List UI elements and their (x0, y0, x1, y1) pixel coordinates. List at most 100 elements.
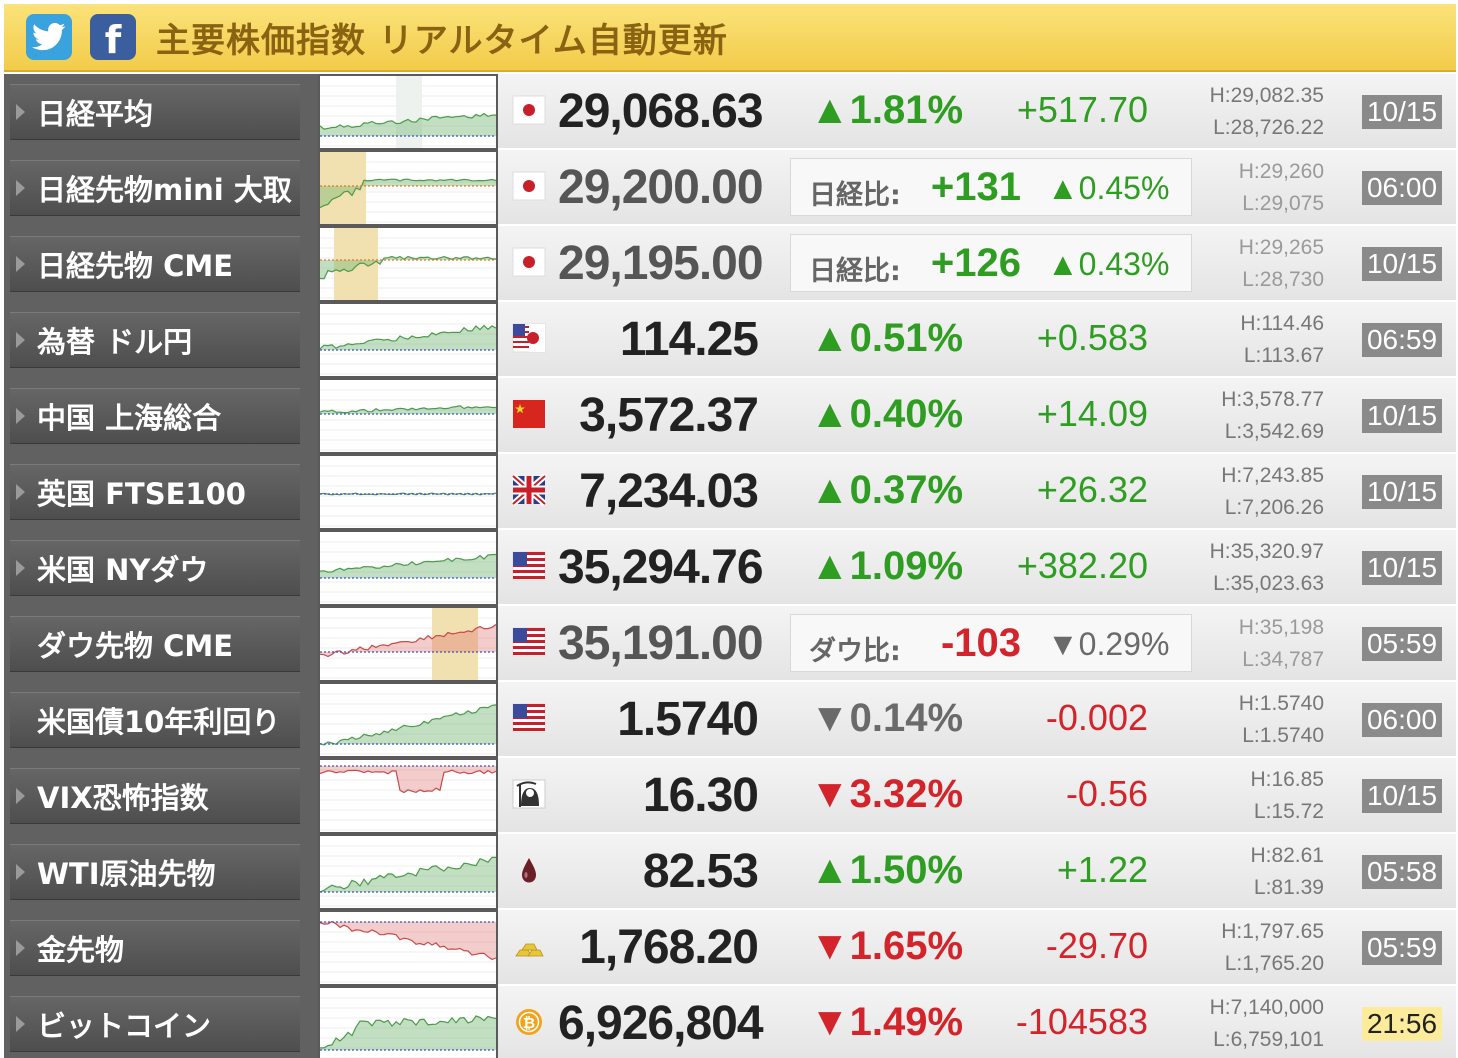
index-name-cell: 為替 ドル円 (4, 302, 318, 378)
reference-comparison-box: 日経比: +131 ▲0.45% (790, 158, 1192, 216)
index-name-button[interactable]: 日経先物 CME (10, 236, 300, 292)
change-percent: ▲1.50% (810, 848, 964, 892)
update-time-badge: 10/15 (1362, 399, 1442, 433)
index-name-button[interactable]: 日経先物mini 大取 (10, 160, 300, 216)
change-value: +382.20 (1016, 545, 1148, 586)
index-name-button[interactable]: ダウ先物 CME (10, 616, 300, 672)
mini-chart[interactable] (318, 606, 498, 682)
index-name-cell: ビットコイン (4, 986, 318, 1058)
low-value: L:81.39 (1253, 876, 1324, 899)
change-percent: ▼1.65% (810, 924, 964, 968)
low-value: L:6,759,101 (1213, 1028, 1324, 1051)
high-low-range: H:1.5740 L:1.5740 (1168, 688, 1324, 752)
mini-chart[interactable] (318, 682, 498, 758)
mini-chart[interactable] (318, 74, 498, 150)
high-value: H:35,320.97 (1209, 540, 1324, 563)
index-name-label: 日経先物mini 大取 (37, 173, 292, 207)
index-name-button[interactable]: 中国 上海総合 (10, 388, 300, 444)
current-price: 29,068.63 (558, 85, 764, 138)
mini-chart[interactable] (318, 834, 498, 910)
current-price: 35,191.00 (558, 617, 764, 670)
index-name-label: 日経先物 CME (37, 249, 234, 283)
index-name-button[interactable]: 金先物 (10, 920, 300, 976)
current-price: 29,200.00 (558, 161, 764, 214)
update-time-badge: 10/15 (1362, 95, 1442, 129)
low-value: L:34,787 (1242, 648, 1324, 671)
mini-chart[interactable] (318, 226, 498, 302)
index-name-cell: 金先物 (4, 910, 318, 986)
high-low-range: H:1,797.65 L:1,765.20 (1168, 916, 1324, 980)
current-price: 114.25 (619, 313, 759, 366)
update-time-badge: 10/15 (1362, 475, 1442, 509)
reference-difference: +131 (930, 165, 1021, 209)
high-low-range: H:35,320.97 L:35,023.63 (1168, 536, 1324, 600)
index-name-button[interactable]: 為替 ドル円 (10, 312, 300, 368)
change-percent: ▼0.14% (810, 696, 964, 740)
change-percent: ▼3.32% (810, 772, 964, 816)
reference-label: ダウ比: (809, 636, 901, 667)
mini-chart[interactable] (318, 302, 498, 378)
high-value: H:82.61 (1250, 844, 1324, 867)
low-value: L:7,206.26 (1224, 496, 1324, 519)
facebook-share-button[interactable]: f (90, 14, 136, 60)
index-name-button[interactable]: 英国 FTSE100 (10, 464, 300, 520)
mini-chart[interactable] (318, 530, 498, 606)
index-table: 日経平均 29,068.63 ▲1.81% +517.70 H:29,082.3… (4, 74, 1456, 1058)
caret-right-icon (16, 408, 25, 424)
index-name-button[interactable]: 米国債10年利回り (10, 692, 300, 748)
caret-right-icon (16, 560, 25, 576)
high-value: H:29,265 (1238, 236, 1324, 259)
low-value: L:35,023.63 (1213, 572, 1324, 595)
index-name-cell: 中国 上海総合 (4, 378, 318, 454)
change-percent: ▲0.40% (810, 392, 964, 436)
mini-chart[interactable] (318, 910, 498, 986)
high-value: H:3,578.77 (1221, 388, 1324, 411)
index-name-button[interactable]: WTI原油先物 (10, 844, 300, 900)
index-name-label: ダウ先物 CME (37, 629, 234, 663)
high-value: H:1,797.65 (1221, 920, 1324, 943)
caret-right-icon (16, 332, 25, 348)
index-name-label: 為替 ドル円 (37, 325, 193, 359)
high-value: H:1.5740 (1238, 692, 1324, 715)
low-value: L:29,075 (1242, 192, 1324, 215)
quote-data-cell: 35,191.00 ダウ比: -103 ▼0.29% H:35,198 L:34… (498, 606, 1456, 682)
quote-data-cell: ₿ 6,926,804 ▼1.49% -104583 H:7,140,000 L… (498, 986, 1456, 1058)
quote-data-cell: 35,294.76 ▲1.09% +382.20 H:35,320.97 L:3… (498, 530, 1456, 606)
change-value: +0.583 (1036, 317, 1148, 358)
mini-chart[interactable] (318, 378, 498, 454)
reference-percent: ▲0.45% (1047, 170, 1170, 206)
high-value: H:35,198 (1238, 616, 1324, 639)
update-time-badge: 10/15 (1362, 247, 1442, 281)
table-row: ビットコイン ₿ 6,926,804 ▼1.49% -104583 H:7,14… (4, 986, 1456, 1058)
page-title: 主要株価指数 リアルタイム自動更新 (156, 20, 728, 61)
change-percent: ▲1.81% (810, 88, 964, 132)
current-price: 1.5740 (617, 693, 759, 746)
high-low-range: H:29,265 L:28,730 (1168, 232, 1324, 296)
index-name-button[interactable]: VIX恐怖指数 (10, 768, 300, 824)
index-name-cell: VIX恐怖指数 (4, 758, 318, 834)
mini-chart[interactable] (318, 150, 498, 226)
table-row: ダウ先物 CME 35,191.00 ダウ比: -103 ▼0.29% H:35… (4, 606, 1456, 682)
reference-comparison-box: 日経比: +126 ▲0.43% (790, 234, 1192, 292)
quote-data-cell: 16.30 ▼3.32% -0.56 H:16.85 L:15.72 10/15 (498, 758, 1456, 834)
index-name-button[interactable]: 日経平均 (10, 84, 300, 140)
high-low-range: H:29,260 L:29,075 (1168, 156, 1324, 220)
svg-text:₿: ₿ (523, 1014, 535, 1032)
high-value: H:114.46 (1240, 312, 1324, 335)
reference-comparison-box: ダウ比: -103 ▼0.29% (790, 614, 1192, 672)
high-value: H:16.85 (1250, 768, 1324, 791)
index-name-label: 英国 FTSE100 (37, 477, 246, 511)
twitter-share-button[interactable] (26, 14, 72, 60)
high-low-range: H:3,578.77 L:3,542.69 (1168, 384, 1324, 448)
change-percent: ▲0.51% (810, 316, 964, 360)
update-time-badge: 05:58 (1362, 855, 1442, 889)
index-name-button[interactable]: 米国 NYダウ (10, 540, 300, 596)
index-name-cell: WTI原油先物 (4, 834, 318, 910)
index-name-button[interactable]: ビットコイン (10, 996, 300, 1052)
quote-data-cell: 29,195.00 日経比: +126 ▲0.43% H:29,265 L:28… (498, 226, 1456, 302)
mini-chart[interactable] (318, 758, 498, 834)
high-low-range: H:29,082.35 L:28,726.22 (1168, 80, 1324, 144)
mini-chart[interactable] (318, 454, 498, 530)
mini-chart[interactable] (318, 986, 498, 1058)
caret-right-icon (16, 864, 25, 880)
